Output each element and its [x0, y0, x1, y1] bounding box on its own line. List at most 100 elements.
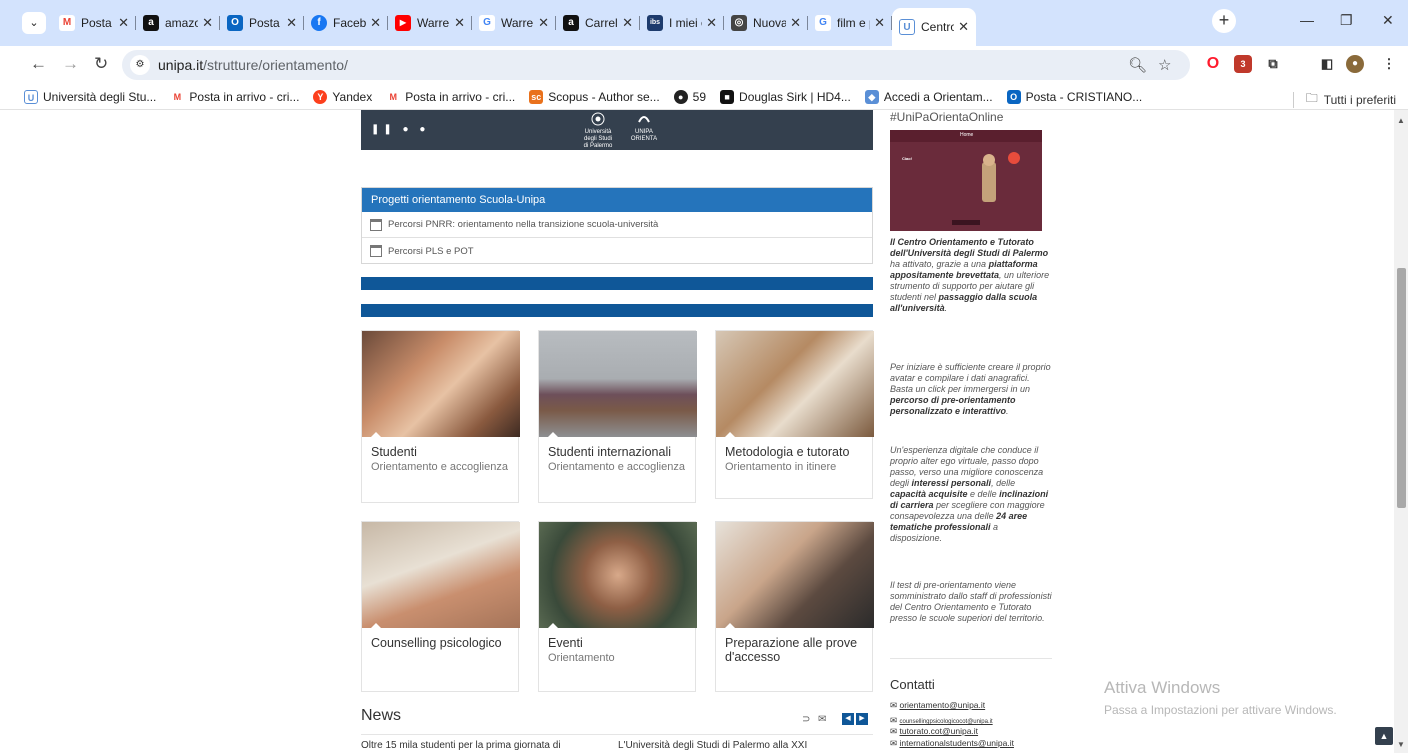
close-icon[interactable]: ✕ [706, 15, 717, 31]
opera-extension-icon[interactable]: O [1204, 55, 1222, 73]
rss-icon[interactable]: ⊃ [802, 714, 810, 725]
tab-strip: MPosta in✕ aamazon✕ OPosta -✕ fFaceboo✕ … [52, 8, 976, 46]
bold-text: capacità acquisite [890, 489, 968, 499]
side-panel-icon[interactable]: ◧ [1318, 55, 1336, 73]
slider-controls[interactable]: ❚❚ ● ● [371, 124, 429, 135]
card-subtitle: Orientamento in itinere [725, 461, 837, 473]
card-counselling[interactable]: Counselling psicologico [361, 521, 520, 692]
bookmark-item[interactable]: M Posta in arrivo - cri... [170, 89, 299, 104]
bookmark-item[interactable]: ■ Douglas Sirk | HD4... [720, 89, 851, 104]
activate-windows-title: Attiva Windows [1104, 678, 1221, 697]
close-icon[interactable]: ✕ [622, 15, 633, 31]
card-title: Counselling psicologico [371, 636, 502, 650]
avatar-figure-icon [982, 152, 1020, 202]
yandex-icon: Y [313, 89, 328, 104]
extension-icon[interactable]: 3 [1234, 55, 1252, 73]
project-link[interactable]: Percorsi PLS e POT [362, 238, 872, 264]
card-title: Eventi [548, 636, 583, 650]
scrollbar-thumb[interactable] [1397, 268, 1406, 508]
close-icon[interactable]: ✕ [286, 15, 297, 31]
close-icon[interactable]: ✕ [874, 15, 885, 31]
tab[interactable]: ibs I miei or ✕ [640, 8, 724, 38]
card-studenti[interactable]: Studenti Orientamento e accoglienza [361, 330, 520, 503]
profile-avatar[interactable]: ● [1346, 55, 1364, 73]
url-text[interactable]: unipa.it/strutture/orientamento/ [158, 57, 348, 73]
address-bar[interactable]: ⚙ unipa.it/strutture/orientamento/ 🔍︎ ☆ [122, 50, 1190, 80]
tab[interactable]: G Warren ✕ [472, 8, 556, 38]
tab[interactable]: f Faceboo✕ [304, 8, 388, 38]
zoom-icon[interactable]: 🔍︎ [1128, 56, 1147, 74]
url-path: /strutture/orientamento/ [203, 57, 348, 73]
close-icon[interactable]: ✕ [118, 15, 129, 31]
tab-title: Warren [501, 16, 534, 30]
email-link[interactable]: ✉ internationalstudents@unipa.it [890, 738, 1014, 749]
site-info-icon[interactable]: ⚙ [130, 55, 150, 75]
email-address: internationalstudents@unipa.it [899, 738, 1014, 748]
reload-icon[interactable]: ↻ [94, 54, 108, 74]
scroll-down-icon[interactable]: ▼ [1397, 740, 1405, 749]
card-eventi[interactable]: Eventi Orientamento [538, 521, 697, 692]
bookmark-item[interactable]: sc Scopus - Author se... [529, 89, 660, 104]
sidebar-paragraph: Il Centro Orientamento e Tutorato dell'U… [890, 237, 1052, 314]
bookmark-item[interactable]: U Università degli Stu... [24, 89, 156, 104]
tab[interactable]: a Carrello ✕ [556, 8, 640, 38]
tab[interactable]: M Posta in ✕ [52, 8, 136, 38]
close-icon[interactable]: ✕ [454, 15, 465, 31]
close-icon[interactable]: ✕ [538, 15, 549, 31]
bookmark-item[interactable]: ● 59 [673, 89, 707, 104]
bookmark-item[interactable]: Y Yandex [313, 89, 373, 104]
forward-icon[interactable]: → [62, 54, 79, 74]
bookmark-label: Yandex [332, 89, 373, 104]
bookmark-label: 59 [692, 89, 707, 104]
card-studenti-internazionali[interactable]: Studenti internazionali Orientamento e a… [538, 330, 697, 503]
tab-search-button[interactable]: ⌄ [22, 12, 46, 34]
card-preparazione[interactable]: Preparazione alle prove d'accesso [715, 521, 874, 692]
blue-banner [361, 277, 873, 290]
contacts-heading: Contatti [890, 677, 935, 692]
extensions-puzzle-icon[interactable]: ⧉ [1264, 55, 1282, 73]
news-prev-button[interactable]: ◀ [842, 713, 854, 725]
new-tab-button[interactable]: + [1212, 9, 1236, 33]
news-item[interactable]: Oltre 15 mila studenti per la prima gior… [361, 740, 561, 751]
scroll-up-icon[interactable]: ▲ [1397, 116, 1405, 125]
back-icon[interactable]: ← [30, 54, 47, 74]
tab[interactable]: Gfilm e p ✕ [808, 8, 892, 38]
window-close-icon[interactable]: ✕ [1382, 12, 1394, 29]
restore-icon[interactable]: ❐ [1340, 12, 1353, 29]
menu-dots-icon[interactable]: ⋮ [1380, 55, 1398, 73]
ibs-icon: ibs [647, 15, 663, 31]
close-icon[interactable]: ✕ [790, 15, 801, 31]
bookmark-item[interactable]: M Posta in arrivo - cri... [386, 89, 515, 104]
email-link[interactable]: ✉ counsellingpsicologicocot@unipa.it [890, 715, 993, 726]
card-metodologia[interactable]: Metodologia e tutorato Orientamento in i… [715, 330, 874, 499]
project-link[interactable]: Percorsi PNRR: orientamento nella transi… [362, 212, 872, 238]
bookmark-item[interactable]: O Posta - CRISTIANO... [1006, 89, 1142, 104]
bookmark-star-icon[interactable]: ☆ [1158, 56, 1171, 74]
close-icon[interactable]: ✕ [958, 19, 969, 35]
all-bookmarks[interactable]: 🗀 Tutti i preferiti [1292, 89, 1396, 110]
logo-text: UNIPA ORIENTA [630, 129, 658, 142]
page-scrollbar[interactable]: ▲ ▼ [1394, 110, 1408, 753]
close-icon[interactable]: ✕ [202, 15, 213, 31]
outlook-icon: O [227, 15, 243, 31]
tab[interactable]: O Posta - ✕ [220, 8, 304, 38]
divider [890, 658, 1052, 659]
mail-icon[interactable]: ✉ [818, 714, 826, 725]
tab[interactable]: aamazon✕ [136, 8, 220, 38]
news-item[interactable]: L'Università degli Studi di Palermo alla… [618, 740, 807, 751]
close-icon[interactable]: ✕ [370, 15, 381, 31]
tab-active[interactable]: U Centro ✕ [892, 8, 976, 46]
blue-banner [361, 304, 873, 317]
email-link[interactable]: ✉ tutorato.cot@unipa.it [890, 726, 978, 737]
tab[interactable]: ▶ Warren ✕ [388, 8, 472, 38]
news-next-button[interactable]: ▶ [856, 713, 868, 725]
tab[interactable]: ◎ Nuova s✕ [724, 8, 808, 38]
back-to-top-button[interactable]: ▲ [1375, 727, 1393, 745]
promo-hello: Ciao! [902, 156, 912, 161]
minimize-icon[interactable]: — [1300, 12, 1314, 28]
bookmark-item[interactable]: ◆ Accedi a Orientam... [864, 89, 993, 104]
chatgpt-icon: ◎ [731, 15, 747, 31]
bold-text: percorso di pre-orientamento personalizz… [890, 395, 1016, 416]
orienta-promo-image[interactable]: Home Ciao! [890, 130, 1042, 231]
email-link[interactable]: ✉ orientamento@unipa.it [890, 700, 985, 711]
